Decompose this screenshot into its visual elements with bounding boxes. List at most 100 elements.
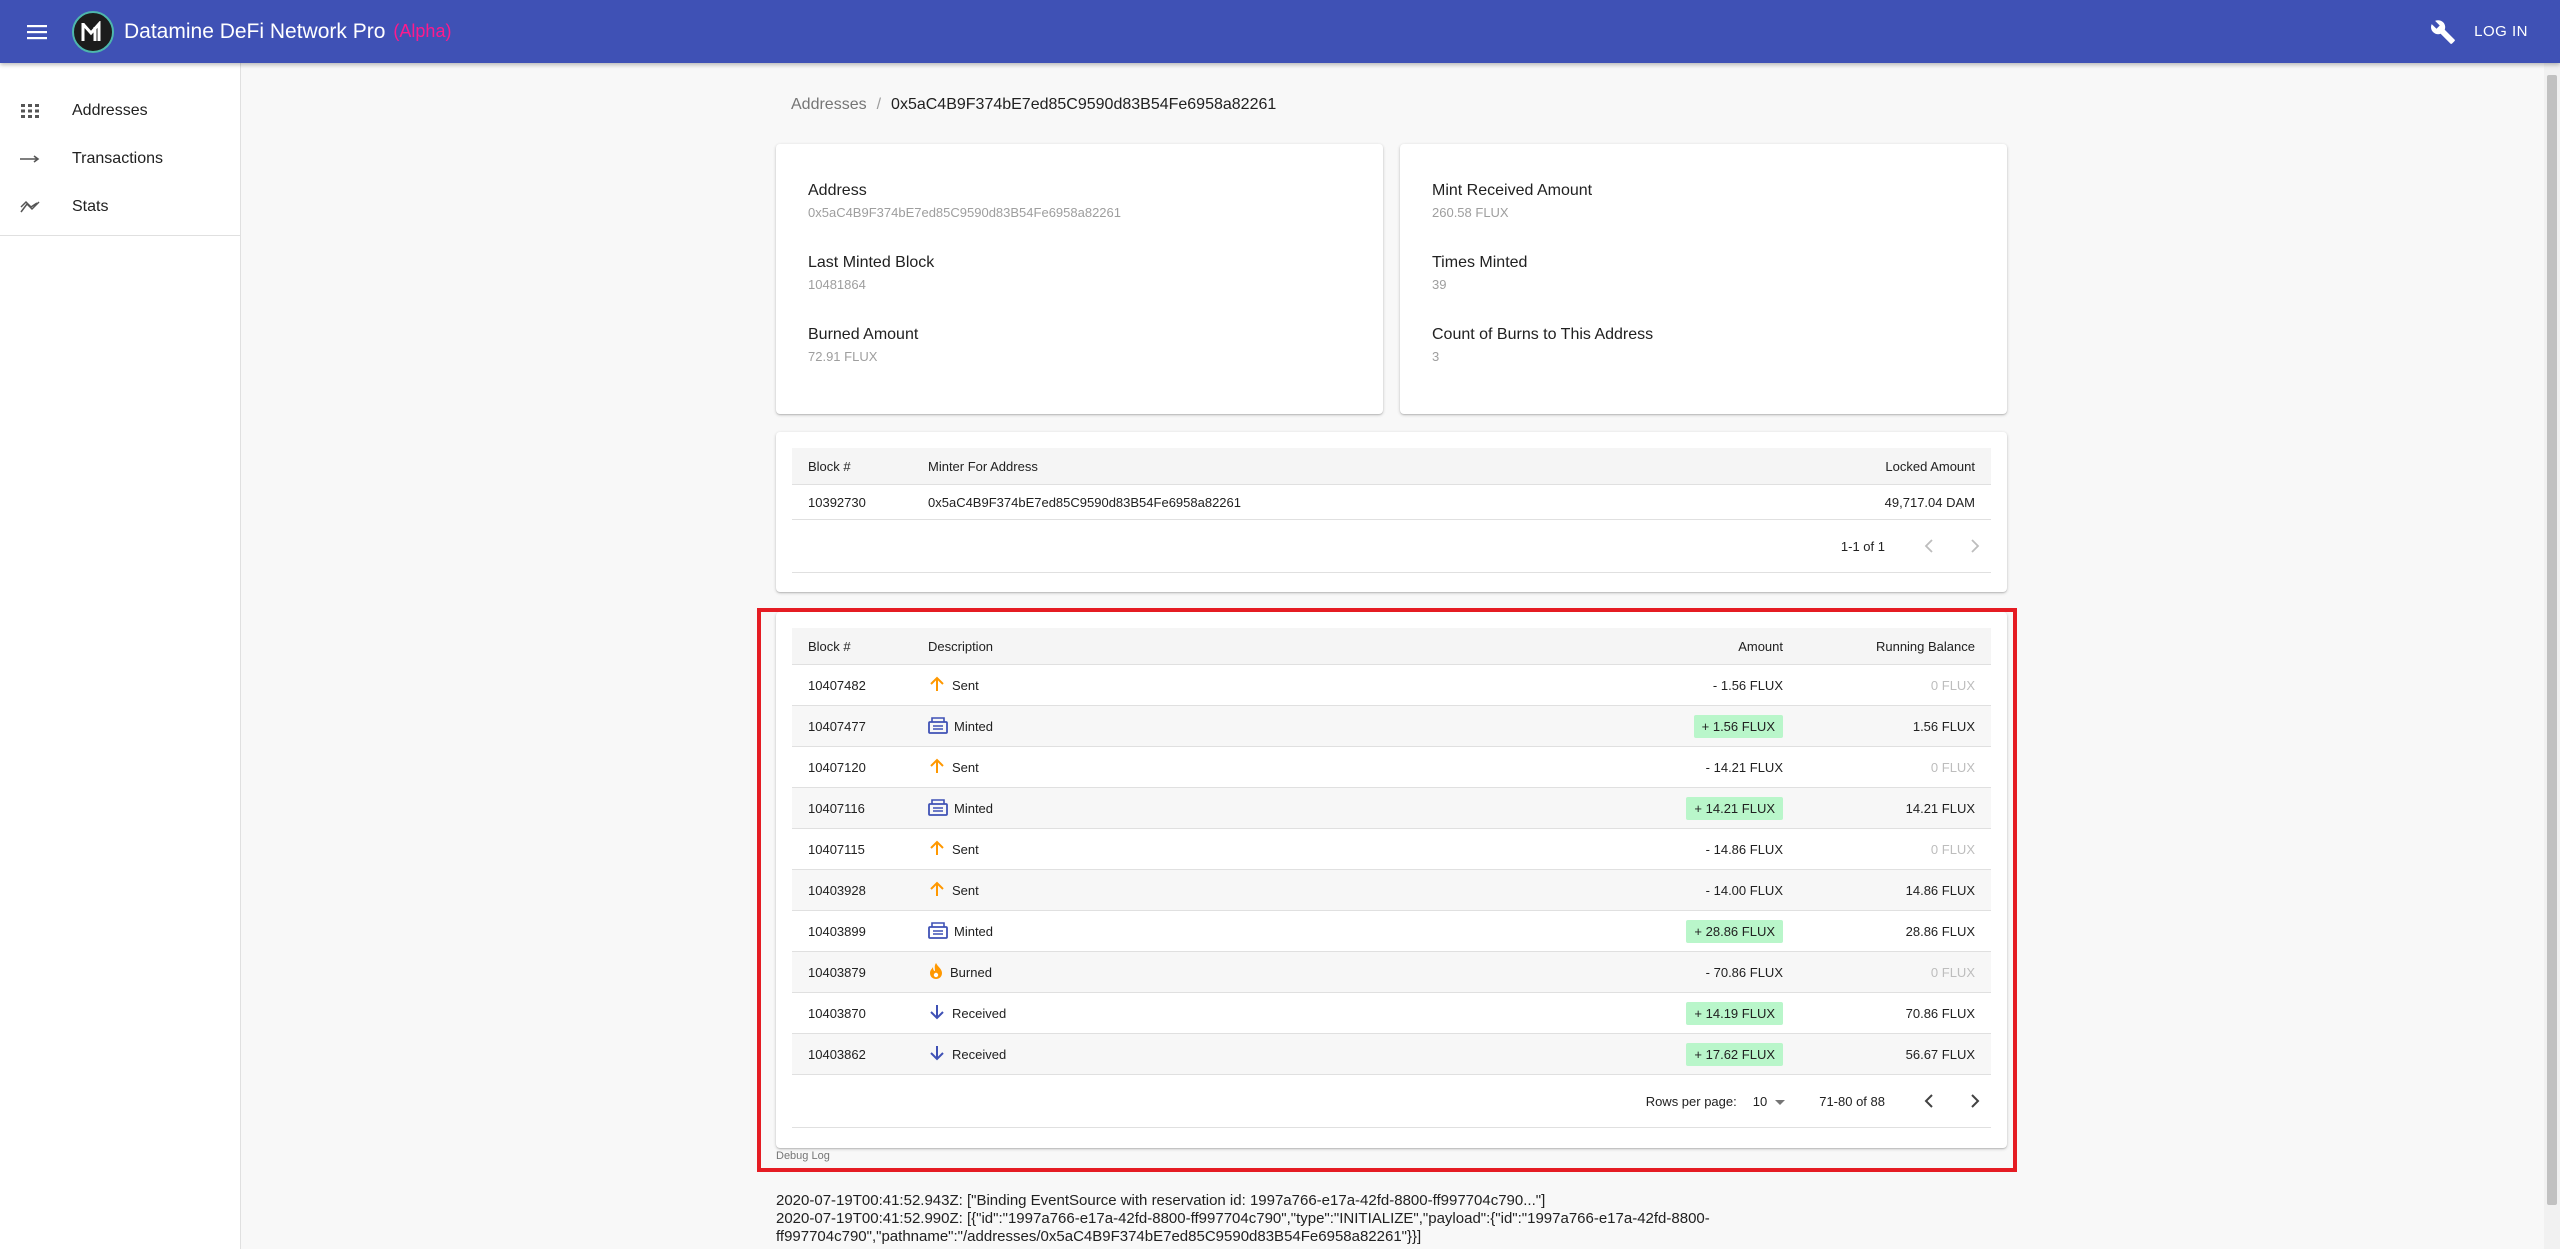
running-balance-cell: 1.56 FLUX xyxy=(1799,705,1991,747)
mint-received-value: 260.58 FLUX xyxy=(1432,205,1509,220)
running-balance-cell: 0 FLUX xyxy=(1799,746,1991,788)
amount-cell: - 14.00 FLUX xyxy=(1321,869,1799,911)
next-page-icon[interactable] xyxy=(1959,530,1991,562)
summary-card-left: Address 0x5aC4B9F374bE7ed85C9590d83B54Fe… xyxy=(776,144,1383,414)
table-row[interactable]: 10407115 Sent - 14.86 FLUX 0 FLUX xyxy=(792,828,1991,870)
description-label: Sent xyxy=(952,841,979,857)
table-row[interactable]: 10403928 Sent - 14.00 FLUX 14.86 FLUX xyxy=(792,869,1991,911)
amount-value: + 17.62 FLUX xyxy=(1686,1042,1783,1066)
app-bar: Datamine DeFi Network Pro (Alpha) LOG IN xyxy=(0,0,2560,63)
times-minted-label: Times Minted xyxy=(1432,254,1528,271)
minted-icon xyxy=(928,921,954,942)
table-row[interactable]: 10392730 0x5aC4B9F374bE7ed85C9590d83B54F… xyxy=(792,484,1991,520)
running-balance-cell: 70.86 FLUX xyxy=(1799,992,1991,1034)
block-cell: 10403862 xyxy=(792,1033,912,1075)
address-label: Address xyxy=(808,182,867,199)
grid-icon xyxy=(16,104,44,118)
description-cell: Received xyxy=(912,992,1322,1034)
debug-log-title: Debug Log xyxy=(776,1150,830,1162)
breadcrumb: Addresses / 0x5aC4B9F374bE7ed85C9590d83B… xyxy=(791,96,1276,114)
column-header-block[interactable]: Block # xyxy=(792,628,912,665)
received-arrow-icon xyxy=(928,1044,952,1065)
wrench-icon[interactable] xyxy=(2430,19,2456,45)
burn-count-value: 3 xyxy=(1432,349,1440,364)
minter-address-cell: 0x5aC4B9F374bE7ed85C9590d83B54Fe6958a822… xyxy=(912,484,1709,520)
column-header-amount[interactable]: Amount xyxy=(1321,628,1799,665)
transactions-table: Block # Description Amount Running Balan… xyxy=(792,628,1991,1075)
description-cell: Minted xyxy=(912,705,1322,747)
description-label: Received xyxy=(952,1005,1007,1021)
pagination-range: 1-1 of 1 xyxy=(1840,538,1885,554)
debug-log-line: 2020-07-19T00:41:52.943Z: ["Binding Even… xyxy=(776,1192,1546,1209)
sidebar-item-label: Transactions xyxy=(72,150,163,167)
login-button[interactable]: LOG IN xyxy=(2474,23,2528,40)
description-label: Sent xyxy=(952,677,979,693)
trend-icon xyxy=(16,200,44,214)
prev-page-icon[interactable] xyxy=(1913,1085,1945,1117)
column-header-block[interactable]: Block # xyxy=(792,448,912,485)
sent-arrow-icon xyxy=(928,675,952,696)
column-header-minter[interactable]: Minter For Address xyxy=(912,448,1709,485)
description-label: Minted xyxy=(954,923,994,939)
menu-icon[interactable] xyxy=(22,20,52,44)
description-cell: Minted xyxy=(912,787,1322,829)
amount-cell: - 14.21 FLUX xyxy=(1321,746,1799,788)
table-row[interactable]: 10403879 Burned - 70.86 FLUX 0 FLUX xyxy=(792,951,1991,993)
table-row[interactable]: 10407120 Sent - 14.21 FLUX 0 FLUX xyxy=(792,746,1991,788)
block-cell: 10407120 xyxy=(792,746,912,788)
amount-cell: + 14.19 FLUX xyxy=(1321,992,1799,1034)
table-row[interactable]: 10407482 Sent - 1.56 FLUX 0 FLUX xyxy=(792,664,1991,706)
minter-table-card: Block # Minter For Address Locked Amount… xyxy=(776,432,2007,592)
block-cell: 10407116 xyxy=(792,787,912,829)
table-row[interactable]: 10403862 Received + 17.62 FLUX 56.67 FLUX xyxy=(792,1033,1991,1075)
breadcrumb-addresses-link[interactable]: Addresses xyxy=(791,96,867,114)
table-row[interactable]: 10407116 Minted + 14.21 FLUX 14.21 FLUX xyxy=(792,787,1991,829)
page-scrollbar[interactable] xyxy=(2544,63,2560,1249)
sidebar-divider xyxy=(0,235,240,236)
description-label: Sent xyxy=(952,759,979,775)
breadcrumb-current: 0x5aC4B9F374bE7ed85C9590d83B54Fe6958a822… xyxy=(891,96,1277,113)
column-header-running-balance[interactable]: Running Balance xyxy=(1799,628,1991,665)
table-row[interactable]: 10403870 Received + 14.19 FLUX 70.86 FLUX xyxy=(792,992,1991,1034)
amount-cell: + 28.86 FLUX xyxy=(1321,910,1799,952)
sidebar-item-transactions[interactable]: Transactions xyxy=(0,135,240,183)
running-balance-cell: 0 FLUX xyxy=(1799,664,1991,706)
description-label: Sent xyxy=(952,882,979,898)
amount-value: + 1.56 FLUX xyxy=(1693,714,1783,738)
table-row[interactable]: 10403899 Minted + 28.86 FLUX 28.86 FLUX xyxy=(792,910,1991,952)
alpha-badge: (Alpha) xyxy=(393,21,452,41)
minted-icon xyxy=(928,716,954,737)
minted-icon xyxy=(928,798,954,819)
rows-per-page-value: 10 xyxy=(1752,1093,1768,1109)
amount-value: - 70.86 FLUX xyxy=(1705,964,1783,980)
times-minted-value: 39 xyxy=(1432,277,1447,292)
sent-arrow-icon xyxy=(928,839,952,860)
sidebar-item-addresses[interactable]: Addresses xyxy=(0,87,240,135)
flame-icon xyxy=(928,962,950,983)
sidebar-item-label: Addresses xyxy=(72,102,148,119)
description-cell: Minted xyxy=(912,910,1322,952)
description-label: Burned xyxy=(950,964,992,980)
column-header-locked[interactable]: Locked Amount xyxy=(1708,448,1991,485)
received-arrow-icon xyxy=(928,1003,952,1024)
prev-page-icon[interactable] xyxy=(1913,530,1945,562)
table-row[interactable]: 10407477 Minted + 1.56 FLUX 1.56 FLUX xyxy=(792,705,1991,747)
last-minted-block-label: Last Minted Block xyxy=(808,254,935,271)
mint-received-label: Mint Received Amount xyxy=(1432,182,1593,199)
sidebar-item-label: Stats xyxy=(72,198,109,215)
rows-per-page-select[interactable]: 10 xyxy=(1752,1093,1786,1109)
amount-cell: - 70.86 FLUX xyxy=(1321,951,1799,993)
debug-log-line: 2020-07-19T00:41:52.990Z: [{"id":"1997a7… xyxy=(776,1210,1710,1245)
sidebar-item-stats[interactable]: Stats xyxy=(0,183,240,231)
rows-per-page-label: Rows per page: xyxy=(1645,1093,1737,1109)
amount-value: + 14.19 FLUX xyxy=(1686,1001,1783,1025)
logo-icon xyxy=(72,10,114,53)
column-header-description[interactable]: Description xyxy=(912,628,1322,665)
amount-cell: - 1.56 FLUX xyxy=(1321,664,1799,706)
scrollbar-thumb[interactable] xyxy=(2547,75,2557,1205)
amount-value: - 14.00 FLUX xyxy=(1705,882,1783,898)
next-page-icon[interactable] xyxy=(1959,1085,1991,1117)
amount-cell: + 14.21 FLUX xyxy=(1321,787,1799,829)
running-balance-cell: 14.86 FLUX xyxy=(1799,869,1991,911)
amount-value: + 28.86 FLUX xyxy=(1686,919,1783,943)
